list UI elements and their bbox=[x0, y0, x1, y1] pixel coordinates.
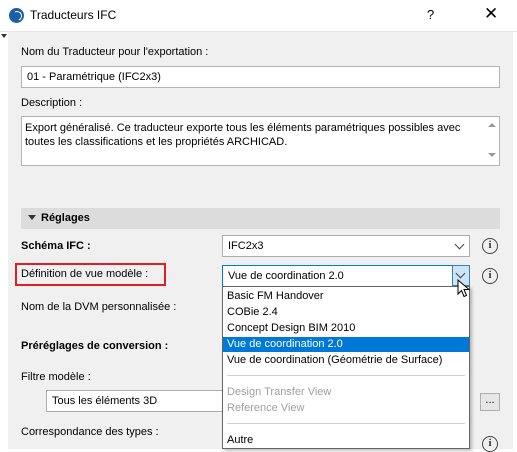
window-title: Traducteurs IFC bbox=[30, 8, 117, 22]
option-reference-view: Reference View bbox=[227, 402, 305, 414]
conversion-presets-label: Préréglages de conversion : bbox=[21, 340, 169, 352]
close-button[interactable]: ✕ bbox=[484, 4, 498, 24]
help-button[interactable]: ? bbox=[427, 7, 434, 22]
info-icon[interactable]: i bbox=[482, 268, 498, 284]
model-view-definition-value: Vue de coordination 2.0 bbox=[228, 270, 344, 282]
custom-mvd-name-label: Nom de la DVM personnalisée : bbox=[21, 301, 177, 313]
model-view-definition-label: Définition de vue modèle : bbox=[21, 268, 149, 280]
description-label: Description : bbox=[21, 97, 83, 109]
collapse-triangle-icon[interactable] bbox=[28, 215, 36, 220]
translator-name-label: Nom du Traducteur pour l'exportation : bbox=[21, 46, 209, 58]
settings-section-header[interactable] bbox=[21, 208, 500, 229]
type-mapping-label: Correspondance des types : bbox=[21, 426, 159, 438]
option-cobie[interactable]: COBie 2.4 bbox=[223, 305, 469, 320]
scroll-up-icon[interactable] bbox=[488, 123, 496, 127]
mouse-pointer-icon bbox=[457, 279, 471, 298]
model-filter-value: Tous les éléments 3D bbox=[52, 395, 158, 407]
model-view-definition-select[interactable]: Vue de coordination 2.0 bbox=[222, 265, 470, 287]
archicad-app-icon bbox=[9, 8, 24, 23]
ifc-schema-label: Schéma IFC : bbox=[21, 240, 91, 252]
option-design-transfer-view: Design Transfer View bbox=[227, 386, 332, 398]
filter-options-button[interactable]: ... bbox=[480, 393, 500, 411]
model-filter-select[interactable]: Tous les éléments 3D bbox=[46, 390, 226, 412]
mvd-dropdown-list: Basic FM Handover COBie 2.4 Concept Desi… bbox=[222, 286, 470, 449]
settings-section-title: Réglages bbox=[41, 212, 90, 224]
option-other[interactable]: Autre bbox=[223, 433, 469, 448]
scroll-down-icon[interactable] bbox=[488, 153, 496, 157]
ifc-schema-value: IFC2x3 bbox=[228, 240, 264, 252]
info-icon[interactable]: i bbox=[482, 436, 498, 452]
left-edge-marker bbox=[1, 34, 7, 38]
option-coordination-view-surface[interactable]: Vue de coordination (Géométrie de Surfac… bbox=[223, 353, 469, 368]
info-icon[interactable]: i bbox=[482, 238, 498, 254]
ifc-schema-select[interactable]: IFC2x3 bbox=[222, 235, 470, 257]
translator-name-field[interactable]: 01 - Paramétrique (IFC2x3) bbox=[21, 66, 500, 88]
option-coordination-view-2[interactable]: Vue de coordination 2.0 bbox=[223, 337, 469, 352]
model-filter-label: Filtre modèle : bbox=[21, 371, 91, 383]
description-value: Export généralisé. Ce traducteur exporte… bbox=[25, 122, 461, 148]
separator bbox=[227, 375, 465, 376]
separator bbox=[227, 423, 465, 424]
option-basic-fm-handover[interactable]: Basic FM Handover bbox=[223, 289, 469, 304]
option-concept-design-bim[interactable]: Concept Design BIM 2010 bbox=[223, 321, 469, 336]
translator-name-value: 01 - Paramétrique (IFC2x3) bbox=[27, 71, 161, 83]
